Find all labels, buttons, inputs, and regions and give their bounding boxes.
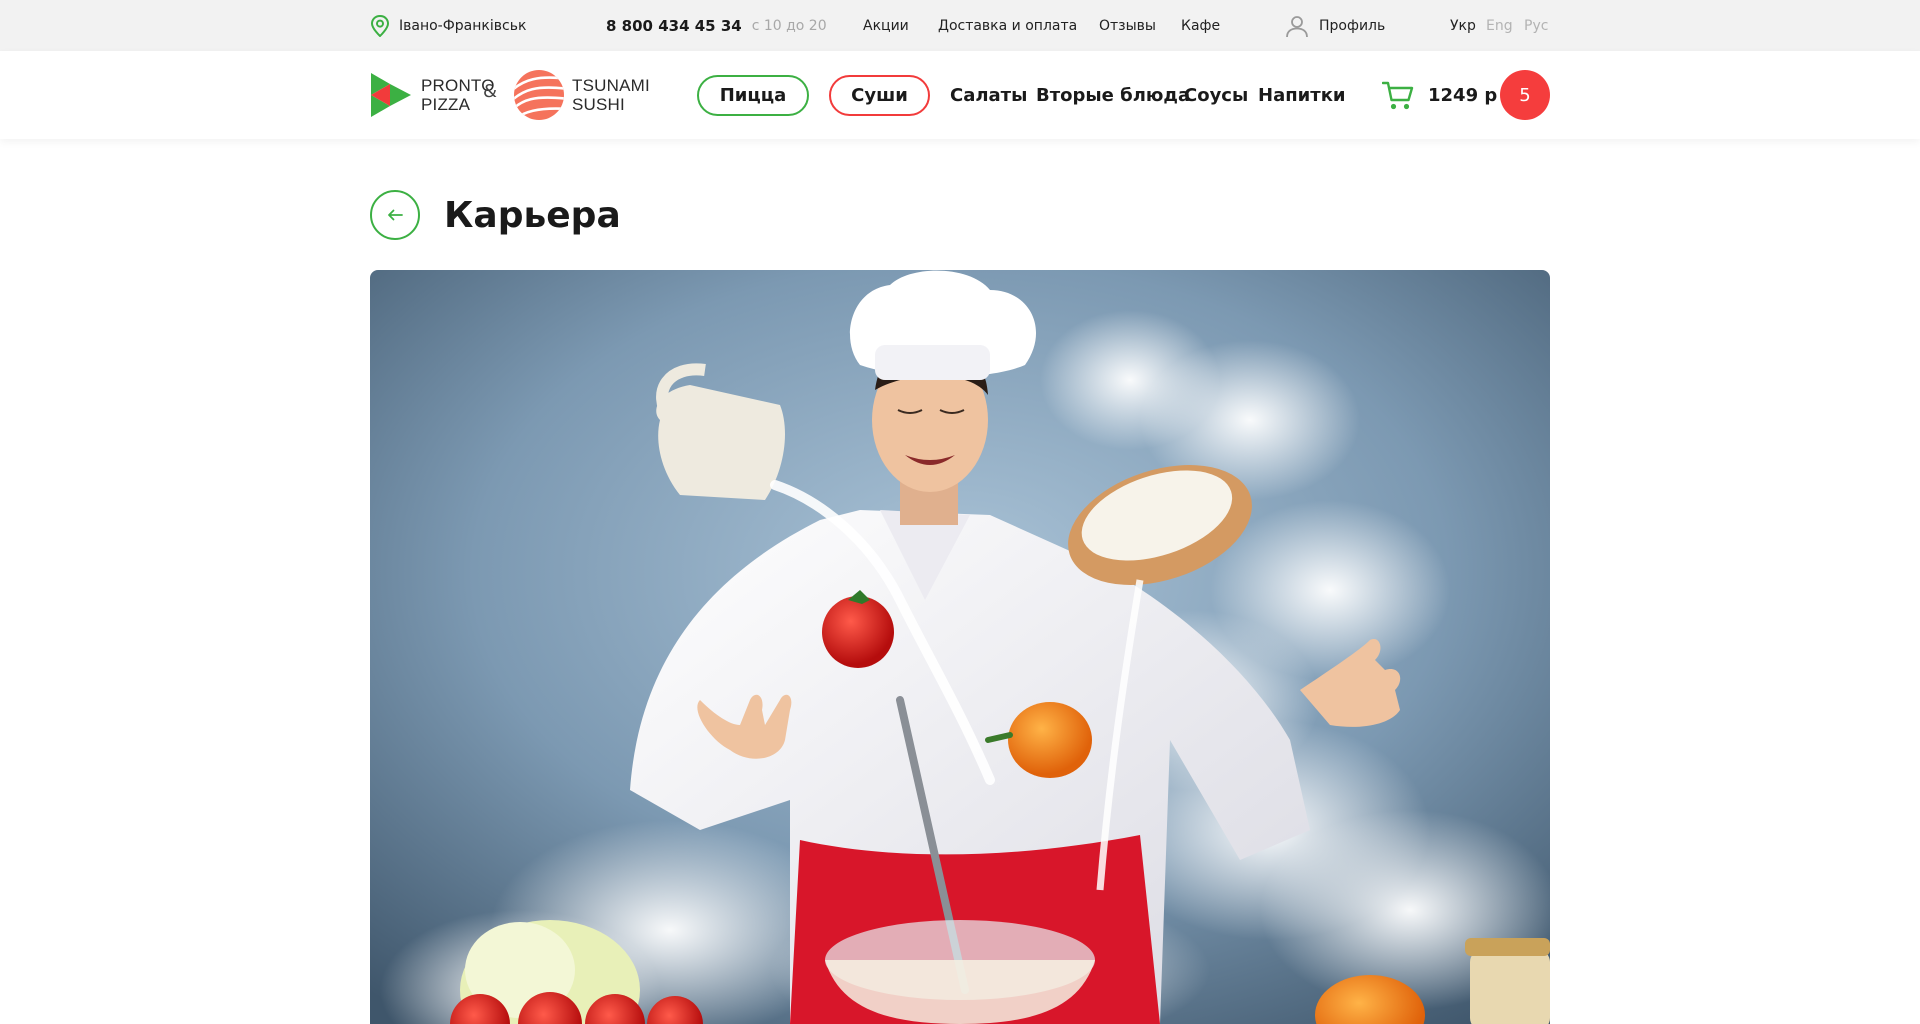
- pronto-pizza-logo-icon: [371, 73, 411, 117]
- tsunami-sushi-wordmark: TSUNAMI SUSHI: [572, 76, 650, 114]
- main-header: PRONTO PIZZA & TSUNAMI SUSHI Пицца Суши …: [0, 51, 1920, 139]
- nav-pizza[interactable]: Пицца: [697, 75, 809, 116]
- location-pin-icon: [370, 14, 390, 37]
- back-button[interactable]: [370, 190, 420, 240]
- lang-ukr[interactable]: Укр: [1450, 0, 1476, 51]
- toplink-label[interactable]: Доставка и оплата: [938, 18, 1077, 34]
- top-bar-inner: Івано-Франківськ 8 800 434 45 34 с 10 до…: [370, 0, 1550, 51]
- nav-drinks[interactable]: Напитки: [1258, 75, 1346, 116]
- toplink-label[interactable]: Кафе: [1181, 18, 1220, 34]
- profile-link[interactable]: Профиль: [1285, 0, 1385, 51]
- tsunami-sushi-logo[interactable]: TSUNAMI SUSHI: [513, 69, 650, 121]
- lang-label[interactable]: Eng: [1486, 18, 1513, 34]
- working-hours: с 10 до 20: [751, 17, 827, 34]
- lang-eng[interactable]: Eng: [1486, 0, 1513, 51]
- toplink-reviews[interactable]: Отзывы: [1099, 0, 1156, 51]
- lang-label[interactable]: Укр: [1450, 18, 1476, 34]
- city-label: Івано-Франківськ: [399, 17, 527, 34]
- cart-total: 1249 р: [1428, 85, 1498, 106]
- toplink-promotions[interactable]: Акции: [863, 0, 909, 51]
- nav-main-dishes[interactable]: Вторые блюда: [1036, 75, 1190, 116]
- nav-salads[interactable]: Салаты: [950, 75, 1027, 116]
- shopping-cart-icon: [1382, 81, 1414, 109]
- logo-ampersand: &: [483, 81, 498, 102]
- page-title: Карьера: [444, 194, 621, 236]
- phone-block: 8 800 434 45 34 с 10 до 20: [606, 0, 827, 51]
- toplink-label[interactable]: Отзывы: [1099, 18, 1156, 34]
- cart-button[interactable]: 1249 р: [1382, 75, 1497, 116]
- toplink-delivery[interactable]: Доставка и оплата: [938, 0, 1077, 51]
- toplink-label[interactable]: Акции: [863, 18, 909, 34]
- main-header-inner: PRONTO PIZZA & TSUNAMI SUSHI Пицца Суши …: [370, 51, 1550, 139]
- toplink-cafe[interactable]: Кафе: [1181, 0, 1220, 51]
- lang-label[interactable]: Рус: [1524, 18, 1548, 34]
- profile-label: Профиль: [1319, 17, 1386, 34]
- lang-rus[interactable]: Рус: [1524, 0, 1548, 51]
- cart-count-badge[interactable]: 5: [1500, 70, 1550, 120]
- nav-sushi[interactable]: Суши: [829, 75, 930, 116]
- top-bar: Івано-Франківськ 8 800 434 45 34 с 10 до…: [0, 0, 1920, 51]
- career-hero-image: [370, 270, 1550, 1024]
- pronto-pizza-logo[interactable]: PRONTO PIZZA: [370, 72, 495, 118]
- nav-sauces[interactable]: Соусы: [1184, 75, 1248, 116]
- chef-photo-icon: [370, 270, 1550, 1024]
- arrow-left-icon: [388, 209, 403, 221]
- phone-number[interactable]: 8 800 434 45 34: [606, 17, 742, 35]
- user-icon: [1286, 15, 1308, 37]
- logo-line-1: TSUNAMI: [572, 76, 650, 95]
- city-selector[interactable]: Івано-Франківськ: [370, 0, 526, 51]
- logo-line-2: SUSHI: [572, 95, 625, 114]
- tsunami-sushi-logo-icon: [514, 70, 564, 120]
